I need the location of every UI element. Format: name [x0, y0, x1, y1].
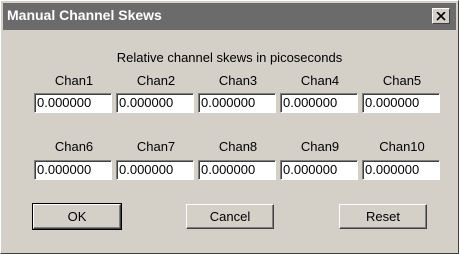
chan4-label: Chan4 — [300, 73, 340, 88]
reset-button[interactable]: Reset — [339, 204, 427, 229]
chan7-label: Chan7 — [136, 139, 176, 154]
close-button[interactable] — [432, 8, 450, 24]
chan2-skew-input[interactable]: 0.000000 — [116, 93, 194, 113]
title-bar[interactable]: Manual Channel Skews — [3, 3, 456, 30]
chan2-label: Chan2 — [136, 73, 176, 88]
chan10-skew-input[interactable]: 0.000000 — [362, 160, 440, 180]
window-title: Manual Channel Skews — [7, 7, 162, 23]
chan10-label: Chan10 — [379, 139, 425, 154]
chan3-skew-input[interactable]: 0.000000 — [198, 93, 276, 113]
skew-units-header: Relative channel skews in picoseconds — [116, 50, 343, 65]
chan3-label: Chan3 — [218, 73, 258, 88]
close-icon — [436, 11, 446, 21]
chan9-skew-input[interactable]: 0.000000 — [280, 160, 358, 180]
chan7-skew-input[interactable]: 0.000000 — [116, 160, 194, 180]
chan4-skew-input[interactable]: 0.000000 — [280, 93, 358, 113]
chan1-label: Chan1 — [54, 73, 94, 88]
chan8-skew-input[interactable]: 0.000000 — [198, 160, 276, 180]
chan5-skew-input[interactable]: 0.000000 — [362, 93, 440, 113]
cancel-button[interactable]: Cancel — [186, 204, 274, 229]
chan1-skew-input[interactable]: 0.000000 — [34, 93, 112, 113]
chan8-label: Chan8 — [218, 139, 258, 154]
chan5-label: Chan5 — [382, 73, 422, 88]
ok-button[interactable]: OK — [32, 203, 122, 230]
chan9-label: Chan9 — [300, 139, 340, 154]
chan6-label: Chan6 — [54, 139, 94, 154]
chan6-skew-input[interactable]: 0.000000 — [34, 160, 112, 180]
